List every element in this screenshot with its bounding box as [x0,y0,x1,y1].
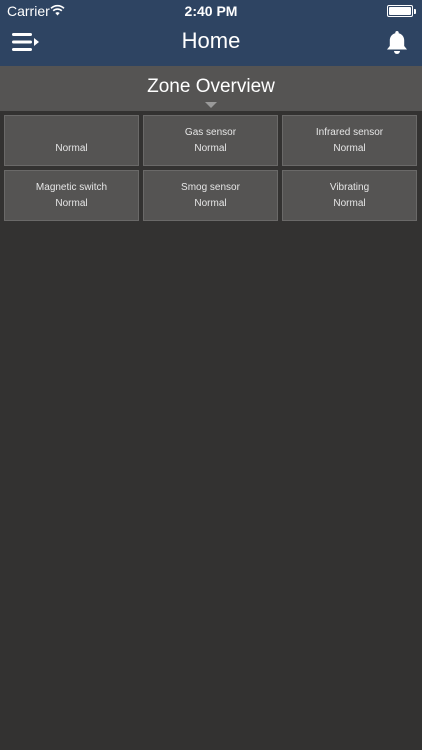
battery-level [389,7,411,15]
zone-name: Gas sensor [184,127,237,138]
zone-tile[interactable]: Normal [4,115,139,166]
zone-grid: Normal Gas sensor Normal Infrared sensor… [4,115,418,221]
zone-overview-header[interactable]: Zone Overview [0,66,422,111]
top-bar: Carrier 2:40 PM Home [0,0,422,66]
zone-tile[interactable]: Magnetic switch Normal [4,170,139,221]
bell-icon[interactable] [384,29,410,55]
zone-tile[interactable]: Smog sensor Normal [143,170,278,221]
section-title: Zone Overview [147,76,275,97]
battery-nub [414,9,416,14]
battery-icon [387,5,416,17]
zone-state: Normal [55,143,88,154]
zone-state: Normal [194,143,227,154]
chevron-down-icon [205,102,217,108]
zone-tile[interactable]: Vibrating Normal [282,170,417,221]
zone-tile[interactable]: Infrared sensor Normal [282,115,417,166]
zone-state: Normal [333,143,366,154]
page-title: Home [181,28,241,53]
zone-name: Infrared sensor [315,127,384,138]
status-time: 2:40 PM [184,3,238,19]
zone-name: Magnetic switch [35,182,108,193]
status-bar: Carrier 2:40 PM [0,0,422,22]
zone-name: Smog sensor [181,182,240,193]
zone-state: Normal [333,198,366,209]
zone-state: Normal [55,198,88,209]
zone-state: Normal [194,198,227,209]
zone-tile[interactable]: Gas sensor Normal [143,115,278,166]
zone-name: Vibrating [329,182,370,193]
